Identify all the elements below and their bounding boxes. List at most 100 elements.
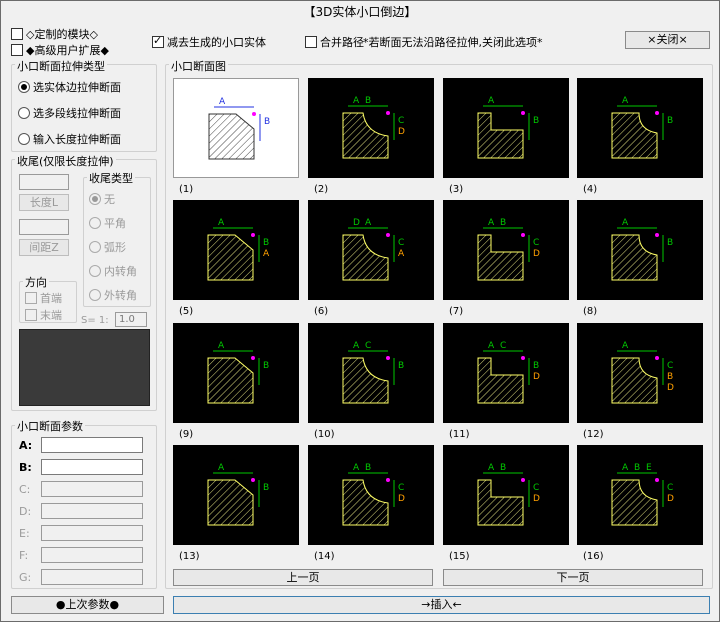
profile-shape [477, 112, 524, 159]
param-input[interactable] [41, 481, 143, 497]
direction-start[interactable]: 首端 [25, 290, 62, 306]
section-caption: (3) [449, 184, 464, 195]
section-profile-drawing: A B E CD [611, 463, 674, 526]
section-preview: AB [173, 323, 299, 423]
checkbox-box[interactable] [305, 36, 317, 48]
section-thumbnail[interactable]: A C B (10) [308, 323, 434, 441]
param-input[interactable] [41, 503, 143, 519]
custom-module-checkbox[interactable]: ◇定制的模块◇ [11, 26, 98, 42]
section-thumbnail[interactable]: A B (4) [577, 78, 703, 196]
section-preview: DACA [308, 200, 434, 300]
section-preview: ABA [173, 200, 299, 300]
checkbox-box[interactable] [152, 34, 164, 48]
close-button[interactable]: ×关闭× [625, 31, 710, 49]
stretch-option-length[interactable]: 输入长度拉伸断面 [18, 131, 121, 147]
dimension-label: B [263, 361, 269, 371]
tail-type-outer-corner[interactable]: 外转角 [89, 287, 137, 303]
next-page-button[interactable]: 下一页 [443, 569, 703, 586]
dimension-label: A [488, 96, 495, 106]
section-caption: (6) [314, 306, 329, 317]
section-thumbnail[interactable]: A B C D (14) [308, 445, 434, 563]
scale-input[interactable]: 1.0 [115, 312, 147, 327]
section-thumbnail[interactable]: A C B D (12) [577, 323, 703, 441]
section-thumbnail[interactable]: A B C D (15) [443, 445, 569, 563]
section-thumbnail[interactable]: A B C D (7) [443, 200, 569, 318]
radio-circle[interactable] [18, 81, 30, 93]
checkbox-box[interactable] [11, 44, 23, 56]
radio-label: 外转角 [104, 289, 137, 302]
spacing-input[interactable] [19, 219, 69, 235]
checkbox-box[interactable] [11, 28, 23, 40]
section-preview: AC B [308, 323, 434, 423]
dimension-label: B [667, 116, 673, 126]
section-thumbnail[interactable]: D A C A (6) [308, 200, 434, 318]
section-profile-drawing: AB [611, 218, 673, 281]
reference-point [655, 111, 659, 115]
section-caption: (1) [179, 184, 194, 195]
dimension-label: D [667, 383, 674, 393]
section-thumbnail[interactable]: A C B D (11) [443, 323, 569, 441]
direction-end[interactable]: 末端 [25, 307, 62, 323]
param-label: F: [19, 549, 29, 562]
dimension-label: B [500, 463, 506, 473]
dimension-label: B [264, 117, 270, 127]
advanced-ext-checkbox[interactable]: ◆高级用户扩展◆ [11, 42, 109, 58]
section-preview: AB [577, 78, 703, 178]
param-input[interactable] [41, 547, 143, 563]
param-input[interactable] [41, 525, 143, 541]
section-profile-drawing: A C B [342, 341, 404, 404]
section-thumbnail[interactable]: A B E C D (16) [577, 445, 703, 563]
radio-circle[interactable] [89, 289, 101, 301]
insert-button[interactable]: →插入← [173, 596, 710, 614]
radio-circle[interactable] [18, 133, 30, 145]
dimension-label: D [533, 372, 540, 382]
length-button[interactable]: 长度L [19, 194, 69, 211]
dimension-label: B [365, 96, 371, 106]
param-input[interactable] [41, 569, 143, 585]
section-thumbnail[interactable]: A B (1) [173, 78, 299, 196]
param-input[interactable] [41, 437, 143, 453]
dimension-label: A [218, 463, 225, 473]
section-profile-drawing: A B CD [342, 463, 405, 526]
section-preview: AB CD [443, 200, 569, 300]
dimension-label: A [622, 218, 629, 228]
scale-label: S= 1: [81, 315, 109, 326]
checkbox-box[interactable] [25, 292, 37, 304]
tail-type-inner-corner[interactable]: 内转角 [89, 263, 137, 279]
stretch-option-solid-edge[interactable]: 选实体边拉伸断面 [18, 79, 121, 95]
dimension-label: D [667, 494, 674, 504]
section-thumbnail[interactable]: A B (8) [577, 200, 703, 318]
radio-circle[interactable] [89, 193, 101, 205]
last-params-button[interactable]: ●上次参数● [11, 596, 164, 614]
section-thumbnail[interactable]: A B C D (2) [308, 78, 434, 196]
radio-circle[interactable] [89, 241, 101, 253]
spacing-button[interactable]: 间距Z [19, 239, 69, 256]
section-preview: AB CD [308, 78, 434, 178]
section-thumbnail[interactable]: A B (3) [443, 78, 569, 196]
section-profile-drawing: D ACA [342, 218, 405, 281]
length-input[interactable] [19, 174, 69, 190]
section-thumbnail[interactable]: A B A (5) [173, 200, 299, 318]
reference-point [521, 233, 525, 237]
param-input[interactable] [41, 459, 143, 475]
profile-shape [611, 479, 658, 526]
profile-shape [342, 234, 389, 281]
section-thumbnail[interactable]: A B (9) [173, 323, 299, 441]
tail-type-flat[interactable]: 平角 [89, 215, 126, 231]
radio-circle[interactable] [89, 265, 101, 277]
tail-type-none[interactable]: 无 [89, 191, 115, 207]
window-title: 【3D实体小口倒边】 [303, 5, 417, 19]
section-preview: AB [577, 200, 703, 300]
dimension-label: A [218, 218, 225, 228]
merge-path-checkbox[interactable]: 合并路径 [305, 34, 364, 50]
prev-page-button[interactable]: 上一页 [173, 569, 433, 586]
radio-circle[interactable] [18, 107, 30, 119]
section-thumbnail[interactable]: A B (13) [173, 445, 299, 563]
stretch-option-polyline[interactable]: 选多段线拉伸断面 [18, 105, 121, 121]
tail-type-arc[interactable]: 弧形 [89, 239, 126, 255]
profile-shape [611, 357, 658, 404]
checkbox-box[interactable] [25, 309, 37, 321]
subtract-solid-checkbox[interactable]: 减去生成的小口实体 [152, 34, 266, 50]
dimension-label: A [263, 249, 270, 259]
radio-circle[interactable] [89, 217, 101, 229]
